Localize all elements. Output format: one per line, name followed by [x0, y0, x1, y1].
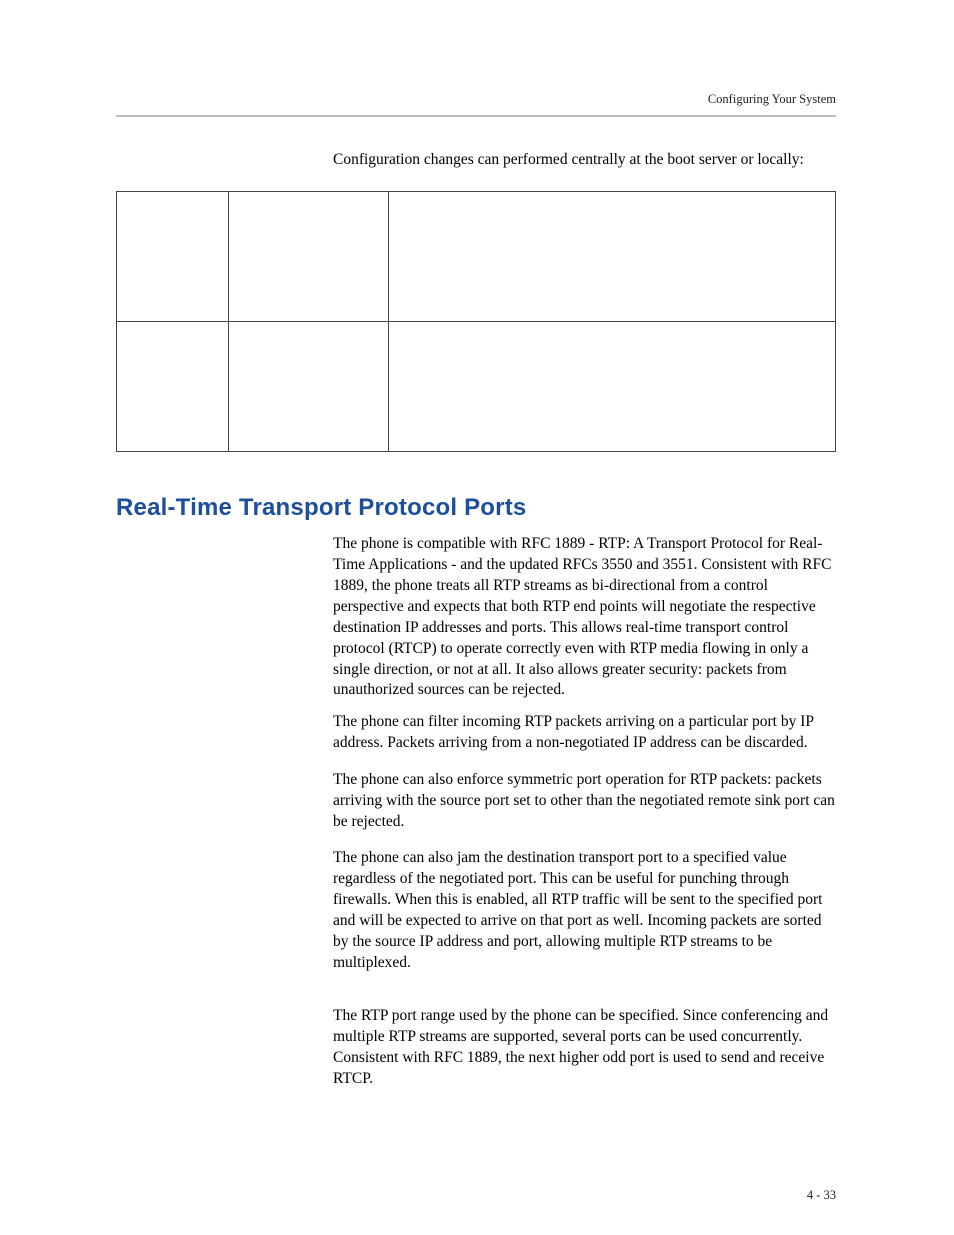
- body-paragraph: The phone can filter incoming RTP packet…: [333, 712, 836, 754]
- page-number: 4 - 33: [807, 1188, 836, 1203]
- running-head: Configuring Your System: [708, 92, 836, 107]
- cell-r1c1: [229, 322, 389, 452]
- cell-r0c0: [117, 192, 229, 322]
- header-rule: [116, 115, 836, 117]
- cell-r1c0: [117, 322, 229, 452]
- cell-r0c1: [229, 192, 389, 322]
- body-paragraph: The phone is compatible with RFC 1889 - …: [333, 534, 836, 701]
- config-table: [116, 191, 836, 452]
- intro-paragraph: Configuration changes can performed cent…: [333, 150, 836, 171]
- page: Configuring Your System Configuration ch…: [0, 0, 954, 1235]
- body-paragraph: The phone can also jam the destination t…: [333, 848, 836, 974]
- body-paragraph: The RTP port range used by the phone can…: [333, 1006, 836, 1090]
- cell-r1c2: [389, 322, 836, 452]
- section-title: Real-Time Transport Protocol Ports: [116, 494, 526, 522]
- table-row: [117, 322, 836, 452]
- cell-r0c2: [389, 192, 836, 322]
- body-paragraph: The phone can also enforce symmetric por…: [333, 770, 836, 833]
- table-row: [117, 192, 836, 322]
